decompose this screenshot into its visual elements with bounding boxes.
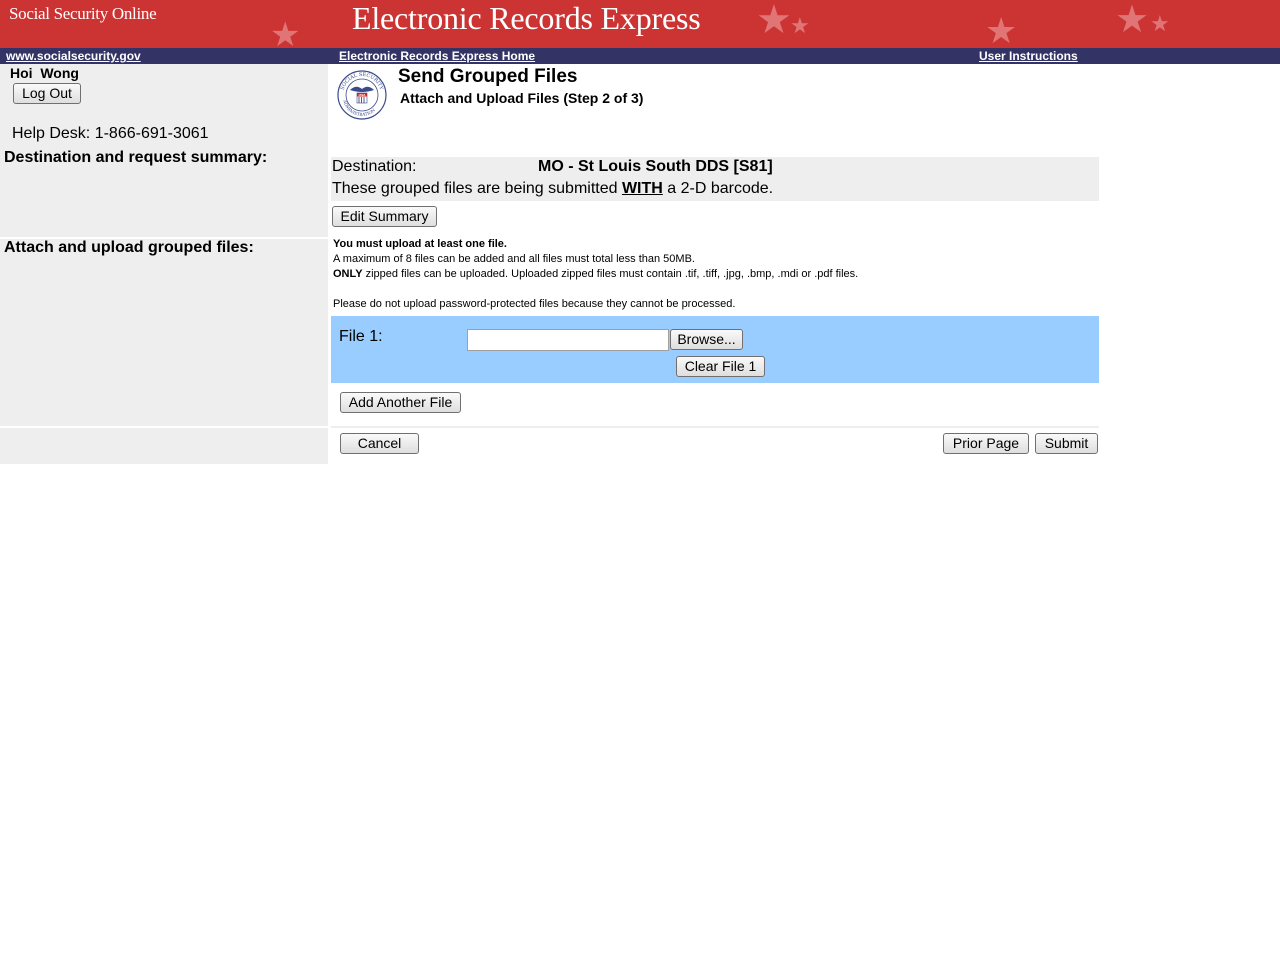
file-1-path-input[interactable] [467, 329, 669, 351]
instruction-limit: A maximum of 8 files can be added and al… [333, 253, 695, 265]
cancel-button[interactable]: Cancel [340, 433, 419, 454]
star-decoration-icon: ★ [790, 14, 810, 39]
nav-bar: www.socialsecurity.gov Electronic Record… [0, 48, 1280, 64]
header-banner: ★ ★ ★ ★ ★ ★ Social Security Online Elect… [0, 0, 1280, 48]
logout-button[interactable]: Log Out [13, 83, 81, 104]
instruction-required: You must upload at least one file. [333, 238, 507, 250]
destination-value: MO - St Louis South DDS [S81] [538, 158, 773, 175]
browse-button[interactable]: Browse... [670, 329, 743, 350]
user-name: Hoi Wong [10, 65, 79, 81]
star-decoration-icon: ★ [1115, 0, 1150, 41]
barcode-emphasis: WITH [621, 180, 663, 197]
prior-page-button[interactable]: Prior Page [943, 433, 1029, 454]
section-label-summary: Destination and request summary: [4, 149, 268, 166]
star-decoration-icon: ★ [270, 15, 301, 48]
clear-file-1-button[interactable]: Clear File 1 [676, 356, 765, 377]
file-1-label: File 1: [339, 328, 383, 345]
helpdesk-text: Help Desk: 1-866-691-3061 [12, 125, 209, 142]
barcode-prefix: These grouped files are being submitted [332, 180, 622, 197]
page-title: Send Grouped Files [398, 66, 578, 87]
star-decoration-icon: ★ [985, 11, 1018, 49]
instruction-zip: ONLY zipped files can be uploaded. Uploa… [333, 268, 858, 280]
ere-home-link[interactable]: Electronic Records Express Home [339, 48, 535, 64]
page-subtitle: Attach and Upload Files (Step 2 of 3) [400, 90, 644, 106]
barcode-statement: These grouped files are being submitted … [332, 180, 773, 198]
user-instructions-link[interactable]: User Instructions [979, 48, 1078, 64]
submit-button[interactable]: Submit [1035, 433, 1098, 454]
brand-text: Social Security Online [9, 4, 157, 23]
ssa-seal-logo: SOCIAL SECURITY ADMINISTRATION USA [337, 70, 387, 120]
instruction-zip-rest: zipped files can be uploaded. Uploaded z… [362, 268, 859, 280]
edit-summary-button[interactable]: Edit Summary [332, 206, 437, 227]
actions-divider [331, 426, 1099, 428]
star-decoration-icon: ★ [1150, 12, 1170, 37]
section-label-upload: Attach and upload grouped files: [4, 239, 254, 256]
star-decoration-icon: ★ [756, 0, 792, 43]
ssa-site-link[interactable]: www.socialsecurity.gov [6, 48, 141, 64]
instruction-password: Please do not upload password-protected … [333, 298, 736, 310]
instruction-zip-emphasis: ONLY [333, 268, 363, 280]
barcode-suffix: a 2-D barcode. [662, 180, 774, 197]
add-another-file-button[interactable]: Add Another File [340, 392, 461, 413]
sidebar [0, 64, 328, 464]
logo-text-center: USA [359, 93, 367, 97]
sidebar-divider [0, 426, 328, 428]
destination-label: Destination: [332, 158, 417, 175]
app-title: Electronic Records Express [352, 0, 701, 36]
